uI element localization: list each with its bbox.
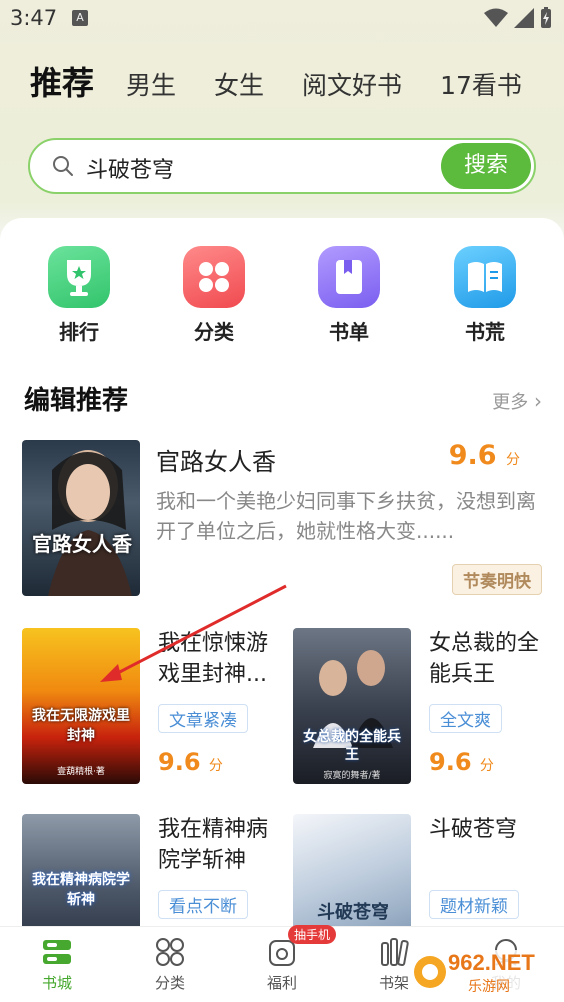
featured-book[interactable]: 官路女人香 官路女人香 9.6 分 我和一个美艳少妇同事下乡扶贫，没想到离开了单… — [22, 440, 542, 598]
grid-icon — [183, 246, 245, 308]
cover-title: 女总裁的全能兵王 — [303, 729, 401, 763]
book-tag: 看点不断 — [158, 890, 248, 919]
book-cover[interactable]: 我在精神病院学斩神 — [22, 814, 140, 928]
nav-label: 福利 — [266, 974, 297, 992]
tab-male[interactable]: 男生 — [126, 66, 176, 102]
status-bar: 3:47 A — [0, 0, 564, 40]
book-score: 9.6 分 — [158, 748, 223, 776]
watermark-subtext: 乐游网 — [468, 979, 510, 995]
book-score: 9.6 分 — [429, 748, 494, 776]
search-bar[interactable]: 斗破苍穹 搜索 — [28, 138, 536, 194]
tab-female[interactable]: 女生 — [214, 66, 264, 102]
book-card[interactable]: 女总裁的全能兵王 寂寞的舞者/著 女总裁的全能兵王 全文爽 9.6 分 — [293, 628, 543, 788]
book-title: 官路女人香 — [156, 448, 276, 476]
score-value: 9.6 — [448, 440, 497, 471]
book-card[interactable]: 我在无限游戏里封神 壹葫精根·著 我在惊悚游戏里封神... 文章紧凑 9.6 分 — [22, 628, 272, 788]
watermark-text: 962.NET — [448, 950, 535, 975]
book-description: 我和一个美艳少妇同事下乡扶贫，没想到离开了单位之后，她就性格大变...... — [156, 489, 536, 543]
status-time: 3:47 — [10, 6, 58, 30]
nav-bookstore[interactable]: 书城 — [17, 935, 97, 993]
nav-label: 分类 — [154, 974, 185, 992]
cover-title: 官路女人香 — [32, 532, 132, 556]
book-title: 女总裁的全能兵王 — [429, 631, 540, 687]
score-unit: 分 — [479, 758, 494, 774]
book-title: 我在精神病院学斩神 — [158, 817, 269, 873]
bookshelf-icon — [377, 935, 411, 969]
book-score: 9.6 分 — [449, 440, 520, 471]
search-input[interactable]: 斗破苍穹 — [86, 152, 174, 184]
nav-label: 书城 — [41, 974, 72, 992]
book-list-icon — [318, 246, 380, 308]
quick-nav: 排行 分类 书单 书荒 — [0, 246, 564, 346]
watermark-logo: 962.NET 乐游网 — [408, 948, 558, 996]
main-content: 排行 分类 书单 书荒 编辑推荐 更多 › 官路女人香 官路女人香 9.6 分 … — [0, 218, 564, 928]
quick-nav-ranking[interactable]: 排行 — [34, 246, 124, 345]
chevron-right-icon: › — [534, 389, 542, 413]
quick-nav-label: 书单 — [329, 320, 369, 344]
top-tabs: 推荐 男生 女生 阅文好书 17看书 — [30, 58, 544, 102]
tab-17kanshu[interactable]: 17看书 — [440, 66, 522, 102]
more-label: 更多 — [492, 392, 529, 413]
battery-icon — [541, 7, 551, 28]
book-cover[interactable]: 斗破苍穹 — [293, 814, 411, 928]
book-title: 我在惊悚游戏里封神... — [158, 631, 269, 687]
quick-nav-shortage[interactable]: 书荒 — [440, 246, 530, 345]
cover-title: 我在无限游戏里封神 — [32, 708, 130, 744]
book-tag: 节奏明快 — [452, 564, 542, 595]
score-unit: 分 — [208, 758, 223, 774]
bookstore-icon — [40, 935, 74, 969]
quick-nav-booklist[interactable]: 书单 — [304, 246, 394, 345]
book-title: 斗破苍穹 — [429, 817, 518, 842]
score-value: 9.6 — [158, 748, 201, 776]
bottom-nav: 书城 分类 福利 抽手机 书架 我的 962.NET 乐游网 — [0, 925, 564, 1002]
quick-nav-label: 分类 — [194, 320, 234, 344]
section-title: 编辑推荐 — [24, 386, 129, 416]
book-tag: 题材新颖 — [429, 890, 519, 919]
book-cover[interactable]: 官路女人香 — [22, 440, 140, 596]
notification-icon: A — [72, 10, 88, 26]
nav-category[interactable]: 分类 — [130, 935, 210, 993]
quick-nav-category[interactable]: 分类 — [169, 246, 259, 345]
category-icon — [153, 935, 187, 969]
trophy-icon — [48, 246, 110, 308]
score-unit: 分 — [506, 452, 520, 468]
book-cover[interactable]: 女总裁的全能兵王 寂寞的舞者/著 — [293, 628, 411, 784]
book-card[interactable]: 斗破苍穹 斗破苍穹 题材新颖 — [293, 814, 543, 928]
signal-icon — [514, 8, 534, 28]
welfare-badge: 抽手机 — [288, 925, 337, 944]
book-cover[interactable]: 我在无限游戏里封神 壹葫精根·著 — [22, 628, 140, 784]
status-icons — [484, 7, 552, 28]
search-icon — [53, 156, 73, 176]
book-tag: 文章紧凑 — [158, 704, 248, 733]
cover-author: 壹葫精根·著 — [57, 767, 105, 777]
cover-author: 寂寞的舞者/著 — [323, 771, 381, 781]
open-book-icon — [454, 246, 516, 308]
tab-recommend[interactable]: 推荐 — [30, 58, 94, 104]
more-link[interactable]: 更多 › — [492, 388, 542, 414]
book-card[interactable]: 我在精神病院学斩神 我在精神病院学斩神 看点不断 — [22, 814, 272, 928]
book-tag: 全文爽 — [429, 704, 502, 733]
search-button[interactable]: 搜索 — [441, 143, 531, 189]
quick-nav-label: 书荒 — [465, 320, 505, 344]
tab-yuewen[interactable]: 阅文好书 — [302, 66, 402, 102]
cover-title: 斗破苍穹 — [317, 902, 389, 923]
quick-nav-label: 排行 — [59, 320, 99, 344]
score-value: 9.6 — [429, 748, 472, 776]
wifi-icon — [484, 8, 508, 27]
cover-title: 我在精神病院学斩神 — [32, 872, 130, 908]
